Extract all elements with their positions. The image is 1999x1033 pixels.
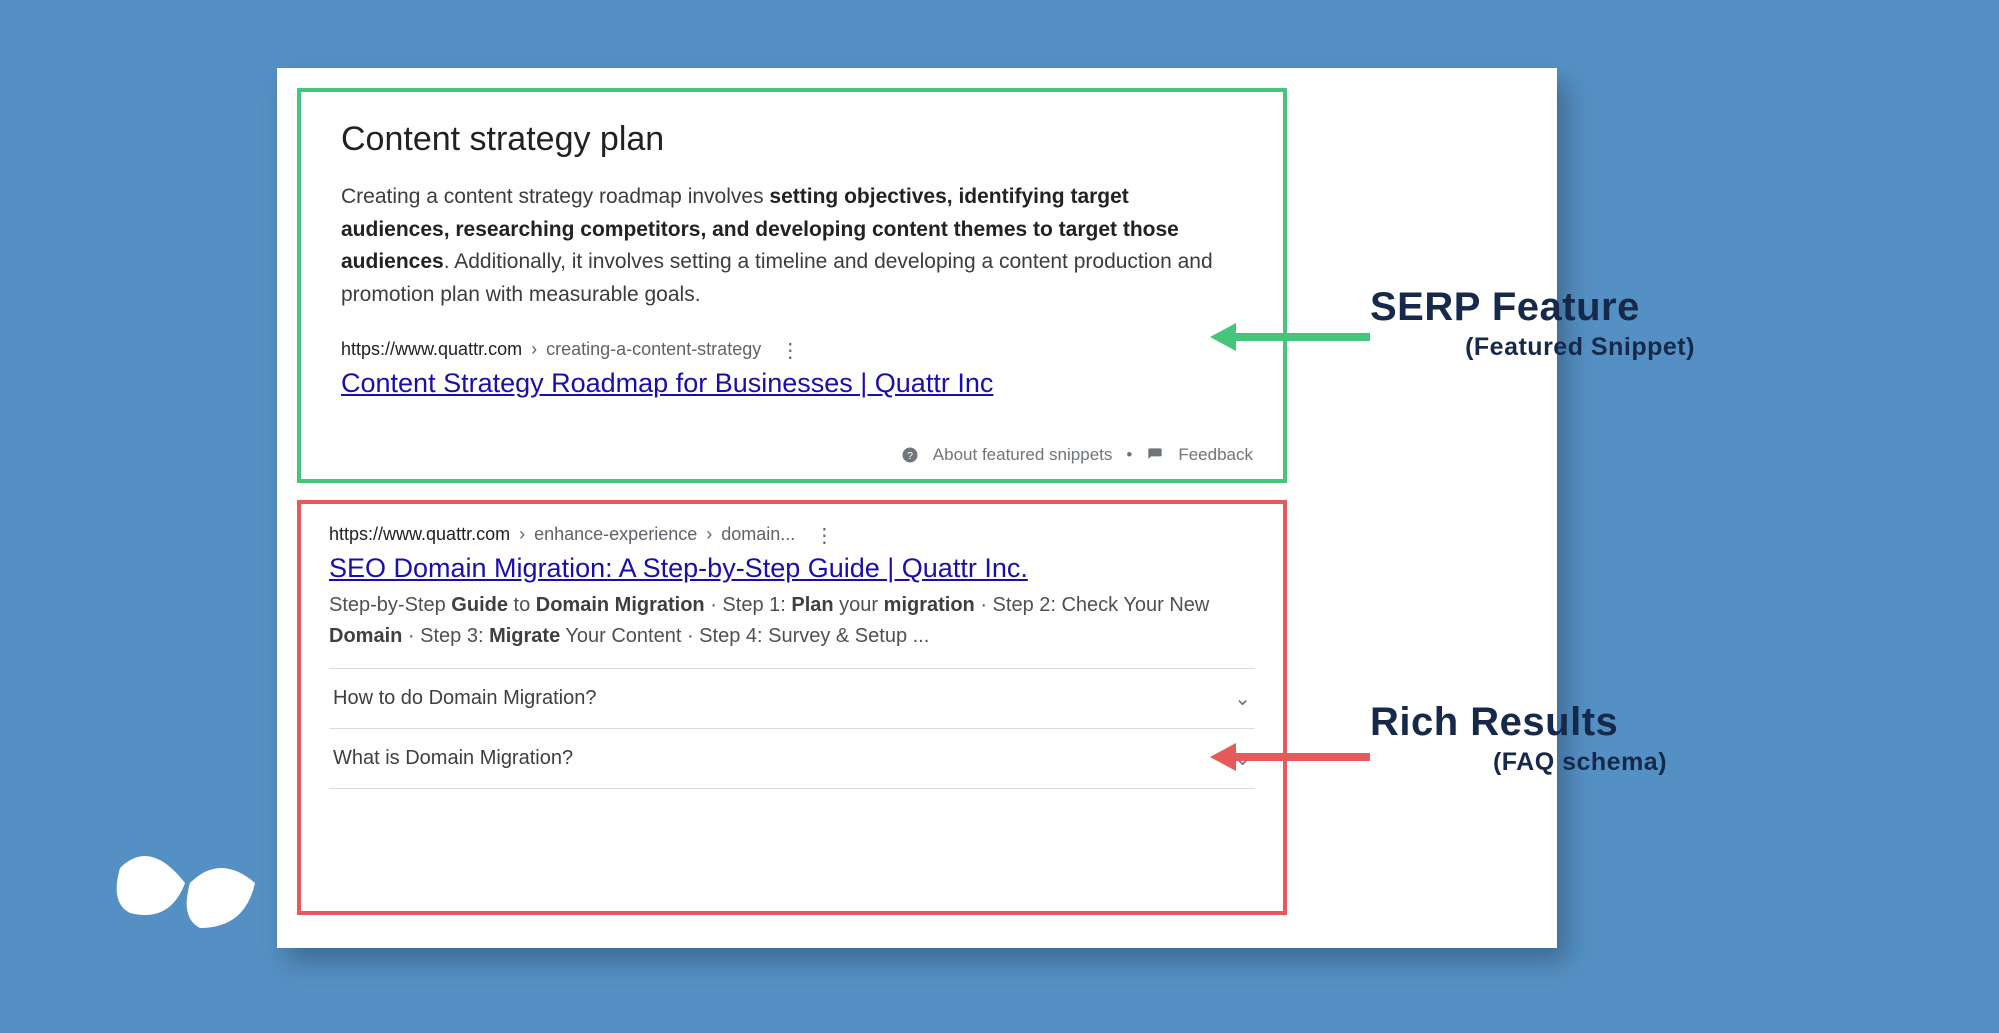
breadcrumb-path1: enhance-experience: [534, 524, 697, 544]
breadcrumb-path: creating-a-content-strategy: [546, 339, 761, 359]
desc-p3: · Step 1:: [705, 594, 792, 616]
desc-p2: to: [508, 594, 536, 616]
annotation-sub: (Featured Snippet): [1370, 333, 1790, 362]
breadcrumb-path2: domain...: [721, 524, 795, 544]
breadcrumb-domain: https://www.quattr.com: [329, 524, 510, 544]
feedback-icon: [1146, 446, 1164, 464]
faq-question: How to do Domain Migration?: [333, 687, 596, 710]
featured-snippet-body: Creating a content strategy roadmap invo…: [341, 181, 1243, 311]
faq-question: What is Domain Migration?: [333, 747, 573, 770]
footer-dot: •: [1126, 445, 1132, 465]
breadcrumb-separator: ›: [531, 339, 537, 359]
desc-p6: · Step 3:: [402, 625, 489, 647]
about-featured-snippets-link[interactable]: About featured snippets: [933, 445, 1113, 465]
annotation-main: Rich Results: [1370, 700, 1790, 744]
desc-p7: Your Content · Step 4: Survey & Setup ..…: [560, 625, 929, 647]
snippet-breadcrumb: https://www.quattr.com › creating-a-cont…: [341, 339, 1243, 360]
chevron-down-icon: ⌄: [1234, 686, 1251, 711]
arrow-red-icon: [1210, 738, 1370, 776]
help-icon: ?: [901, 446, 919, 464]
breadcrumb-separator: ›: [706, 524, 712, 544]
faq-item[interactable]: How to do Domain Migration? ⌄: [329, 669, 1255, 729]
desc-b2: Domain Migration: [536, 594, 705, 616]
desc-b6: Migrate: [489, 625, 560, 647]
snippet-leadin: Creating a content strategy roadmap invo…: [341, 185, 769, 208]
arrow-green-icon: [1210, 318, 1370, 356]
desc-b4: migration: [884, 594, 975, 616]
snippet-result-link[interactable]: Content Strategy Roadmap for Businesses …: [341, 368, 1243, 399]
snippet-trail: . Additionally, it involves setting a ti…: [341, 250, 1213, 306]
breadcrumb-separator: ›: [519, 524, 525, 544]
desc-b1: Guide: [451, 594, 508, 616]
serp-card: Content strategy plan Creating a content…: [277, 68, 1557, 948]
desc-p1: Step-by-Step: [329, 594, 451, 616]
desc-p5: · Step 2: Check Your New: [975, 594, 1210, 616]
featured-snippet-box: Content strategy plan Creating a content…: [297, 88, 1287, 483]
desc-b3: Plan: [791, 594, 833, 616]
rich-result-description: Step-by-Step Guide to Domain Migration ·…: [329, 590, 1255, 652]
desc-p4: your: [834, 594, 884, 616]
breadcrumb-domain: https://www.quattr.com: [341, 339, 522, 359]
rich-result-link[interactable]: SEO Domain Migration: A Step-by-Step Gui…: [329, 553, 1255, 584]
faq-item[interactable]: What is Domain Migration? ⌄: [329, 729, 1255, 789]
annotation-sub: (FAQ schema): [1370, 748, 1790, 777]
featured-snippet-title: Content strategy plan: [341, 120, 1243, 159]
rich-results-box: https://www.quattr.com › enhance-experie…: [297, 500, 1287, 915]
faq-list: How to do Domain Migration? ⌄ What is Do…: [329, 668, 1255, 789]
brand-logo-icon: [110, 828, 260, 948]
annotation-serp-feature: SERP Feature (Featured Snippet): [1370, 285, 1790, 362]
snippet-footer: ? About featured snippets • Feedback: [901, 445, 1253, 465]
rich-breadcrumb: https://www.quattr.com › enhance-experie…: [329, 524, 1255, 545]
svg-text:?: ?: [907, 450, 913, 462]
desc-b5: Domain: [329, 625, 402, 647]
annotation-main: SERP Feature: [1370, 285, 1790, 329]
annotation-rich-results: Rich Results (FAQ schema): [1370, 700, 1790, 777]
feedback-link[interactable]: Feedback: [1178, 445, 1253, 465]
